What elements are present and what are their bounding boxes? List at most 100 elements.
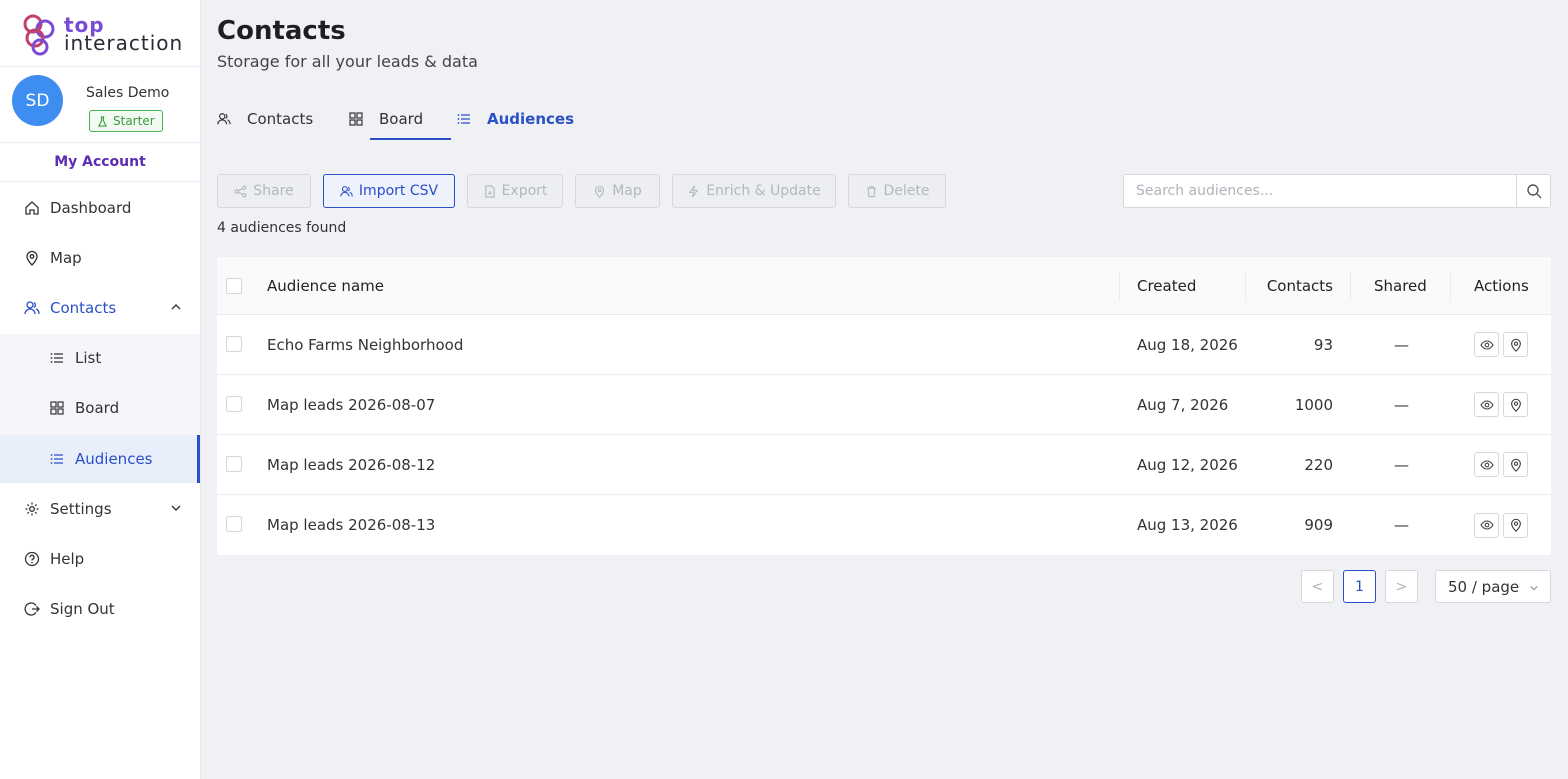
column-header-contacts[interactable]: Contacts [1257,257,1333,314]
contacts-icon [217,113,231,125]
page-size-select[interactable]: 50 / page [1435,570,1551,603]
search-input[interactable] [1124,175,1516,207]
flask-icon [97,115,108,127]
lightning-icon [688,185,699,197]
column-header-name[interactable]: Audience name [267,257,384,314]
delete-button[interactable]: Delete [848,174,946,208]
show-on-map-button[interactable] [1503,392,1528,417]
list-icon [50,454,63,464]
sidebar-item-map[interactable]: Map [0,234,200,282]
page-size-value: 50 / page [1448,577,1520,596]
sidebar-item-settings[interactable]: Settings [0,485,200,533]
show-on-map-button[interactable] [1503,332,1528,357]
select-all-checkbox[interactable] [226,278,242,294]
import-csv-button[interactable]: Import CSV [323,174,455,208]
tab-audiences[interactable]: Audiences [457,97,574,141]
profile-panel: SD Sales Demo Starter [0,66,200,142]
column-divider [1450,271,1451,301]
sidebar-item-dashboard[interactable]: Dashboard [0,184,200,232]
my-account-link[interactable]: My Account [0,142,200,182]
plan-badge: Starter [89,110,163,132]
contacts-icon [24,301,40,315]
sidebar-item-audiences[interactable]: Audiences [0,435,200,483]
row-checkbox[interactable] [226,336,242,352]
chevron-down-icon [1530,585,1538,591]
created-date: Aug 18, 2026 [1137,335,1238,354]
row-checkbox[interactable] [226,456,242,472]
row-checkbox[interactable] [226,396,242,412]
table-row[interactable]: Map leads 2026-08-13 Aug 13, 2026 909 — [217,495,1551,555]
show-on-map-button[interactable] [1503,452,1528,477]
brand-name-bottom: interaction [64,31,184,55]
prev-page-button[interactable]: < [1301,570,1334,603]
sidebar-item-contacts[interactable]: Contacts [0,284,200,332]
sidebar-item-list[interactable]: List [0,334,200,382]
board-icon [50,401,64,415]
audience-name[interactable]: Echo Farms Neighborhood [267,315,463,374]
view-button[interactable] [1474,452,1499,477]
avatar[interactable]: SD [12,75,63,126]
row-actions [1474,435,1532,494]
audience-name[interactable]: Map leads 2026-08-12 [267,435,435,494]
shared-value: — [1394,455,1409,474]
column-divider [1119,271,1120,301]
audience-name[interactable]: Map leads 2026-08-07 [267,375,435,434]
page-title: Contacts [217,16,346,46]
map-pin-icon [1510,338,1521,352]
enrich-update-button[interactable]: Enrich & Update [672,174,836,208]
button-label: Export [501,183,548,199]
search-box [1123,174,1551,208]
view-button[interactable] [1474,332,1499,357]
tab-contacts[interactable]: Contacts [217,97,313,141]
contacts-icon [340,185,353,196]
results-count: 4 audiences found [217,220,347,236]
map-button[interactable]: Map [575,174,660,208]
next-page-button[interactable]: > [1385,570,1418,603]
sidebar-item-label: Settings [50,500,112,518]
created-date: Aug 12, 2026 [1137,455,1238,474]
audience-name[interactable]: Map leads 2026-08-13 [267,495,435,555]
contacts-count: 909 [1304,516,1333,534]
help-icon [24,551,40,567]
sidebar-item-sign-out[interactable]: Sign Out [0,585,200,633]
share-button[interactable]: Share [217,174,311,208]
plan-label: Starter [113,114,155,128]
contacts-subnav: List Board Audiences [0,334,200,483]
column-divider [1350,271,1351,301]
created-date: Aug 7, 2026 [1137,395,1229,414]
sidebar-item-label: Contacts [50,299,117,317]
sidebar: top interaction SD Sales Demo Starter My… [0,0,201,779]
page-1-button[interactable]: 1 [1343,570,1376,603]
board-icon [349,112,363,126]
sign-out-icon [24,602,40,616]
export-button[interactable]: Export [467,174,563,208]
row-actions [1474,495,1532,555]
tab-label: Board [379,110,424,128]
table-row[interactable]: Map leads 2026-08-07 Aug 7, 2026 1000 — [217,375,1551,435]
search-icon [1526,184,1541,199]
map-pin-icon [595,185,605,198]
brand-logo[interactable]: top interaction [20,10,183,58]
button-label: Import CSV [358,183,439,199]
sidebar-item-board[interactable]: Board [0,384,200,432]
contacts-count: 93 [1313,335,1333,354]
list-icon [457,114,470,124]
tab-board[interactable]: Board [349,97,423,141]
column-header-shared[interactable]: Shared [1374,257,1427,314]
contacts-count: 220 [1304,455,1333,474]
shared-value: — [1394,335,1409,354]
sidebar-item-help[interactable]: Help [0,535,200,583]
sidebar-item-label: List [75,349,102,367]
row-checkbox[interactable] [226,516,242,532]
view-button[interactable] [1474,512,1499,538]
search-button[interactable] [1516,175,1550,207]
contacts-count: 1000 [1294,395,1333,414]
audiences-table: Audience name Created Contacts Shared Ac… [217,257,1551,555]
show-on-map-button[interactable] [1503,512,1528,538]
table-row[interactable]: Echo Farms Neighborhood Aug 18, 2026 93 … [217,315,1551,375]
table-row[interactable]: Map leads 2026-08-12 Aug 12, 2026 220 — [217,435,1551,495]
eye-icon [1479,520,1494,530]
column-header-created[interactable]: Created [1137,257,1196,314]
share-icon [234,185,247,197]
view-button[interactable] [1474,392,1499,417]
